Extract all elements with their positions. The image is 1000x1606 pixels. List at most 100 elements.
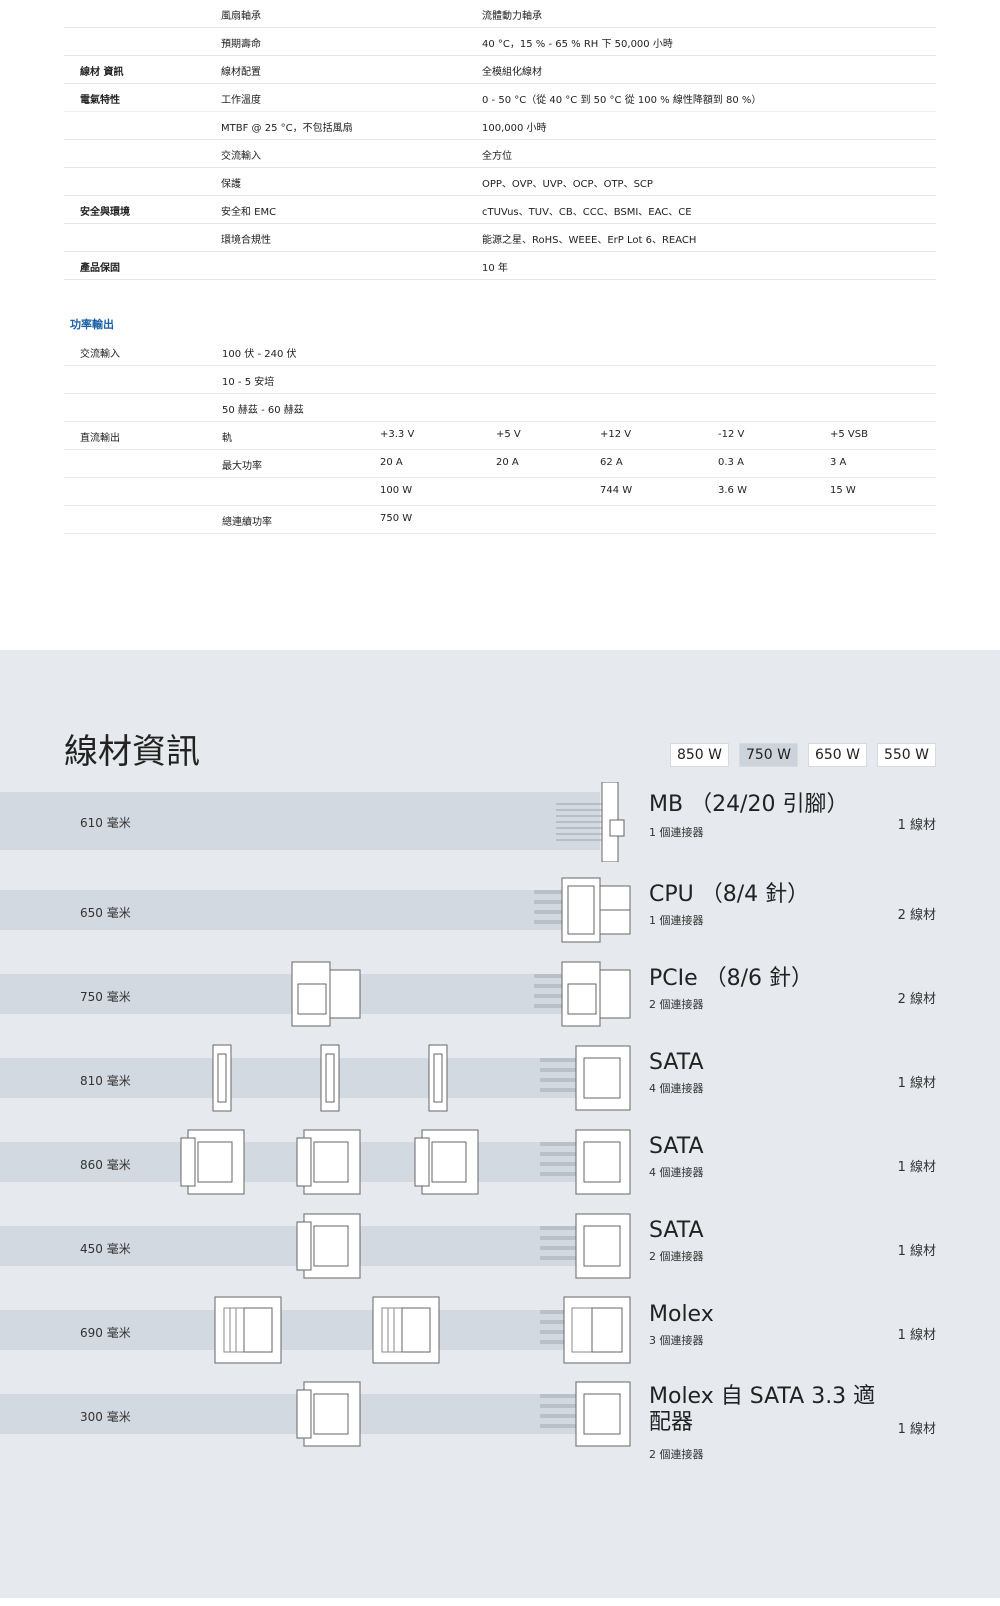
cable-name: Molex [649, 1302, 714, 1327]
sata-connector-icon [428, 1044, 448, 1112]
sata-connector-icon [540, 1380, 632, 1448]
spec-row: 環境合規性 能源之星、RoHS、WEEE、ErP Lot 6、REACH [64, 224, 936, 252]
spec-row: 安全與環境 安全和 EMC cTUVus、TUV、CB、CCC、BSMI、EAC… [64, 196, 936, 224]
sata-connector-icon [414, 1128, 480, 1196]
cable-connector-count: 4 個連接器 [649, 1166, 704, 1179]
sata-connector-icon [540, 1044, 632, 1112]
dc-output-row: 最大功率 20 A 20 A 62 A 0.3 A 3 A [64, 450, 936, 478]
spec-row: 風扇軸承 流體動力軸承 [64, 0, 936, 28]
cable-length: 860 毫米 [80, 1158, 131, 1172]
sata-connector-icon [180, 1128, 246, 1196]
cpu-connector-icon [534, 876, 634, 944]
dc-row-label: 最大功率 [222, 461, 262, 472]
pcie-connector-icon [534, 960, 634, 1028]
dc-cell: +3.3 V [380, 429, 415, 440]
spec-category: 電氣特性 [80, 95, 120, 106]
cable-length: 610 毫米 [80, 816, 131, 830]
sata-connector-icon [212, 1044, 232, 1112]
dc-cell: 3 A [830, 457, 847, 468]
pcie-connector-icon [290, 960, 362, 1028]
cable-name: Molex 自 SATA 3.3 適配器 [649, 1384, 876, 1436]
sata-connector-icon [296, 1380, 362, 1448]
tab-550w[interactable]: 550 W [876, 743, 936, 767]
molex-connector-icon [214, 1296, 282, 1364]
dc-cell: 20 A [496, 457, 519, 468]
cable-row-sata: 450 毫米 SATA 2 個連接器 1 線材 [0, 1213, 1000, 1286]
spec-row: 產品保固 10 年 [64, 252, 936, 280]
cable-row-mb: 610 毫米 MB （24/20 引腳） 1 個連接器 1 線材 [0, 782, 1000, 872]
cable-quantity: 1 線材 [897, 818, 936, 833]
cable-length: 810 毫米 [80, 1074, 131, 1088]
cable-row-cpu: 650 毫米 CPU （8/4 針） 1 個連接器 2 線材 [0, 877, 1000, 950]
cable-row-sata: 860 毫米 SATA 4 個連接器 1 線材 [0, 1129, 1000, 1202]
spec-label: 保護 [221, 179, 241, 190]
dc-cell: -12 V [718, 429, 745, 440]
spec-category: 安全與環境 [80, 207, 130, 218]
sata-connector-icon [540, 1212, 632, 1280]
tab-650w[interactable]: 650 W [807, 743, 867, 767]
cable-quantity: 1 線材 [897, 1076, 936, 1091]
dc-cell: +5 VSB [830, 429, 868, 440]
cable-quantity: 2 線材 [897, 992, 936, 1007]
spec-category: 線材 資訊 [80, 67, 124, 78]
dc-cell: +5 V [496, 429, 521, 440]
spec-value: 40 °C，15 % - 65 % RH 下 50,000 小時 [482, 39, 673, 50]
spec-value: 0 - 50 °C（從 40 °C 到 50 °C 從 100 % 線性降額到 … [482, 95, 762, 106]
cable-name: SATA [649, 1218, 704, 1243]
cable-connector-count: 1 個連接器 [649, 826, 704, 839]
cable-name: SATA [649, 1134, 704, 1159]
cable-row-pcie: 750 毫米 PCIe （8/6 針） 2 個連接器 2 線材 [0, 961, 1000, 1034]
spec-value: 全模組化線材 [482, 67, 542, 78]
spec-label: MTBF @ 25 °C，不包括風扇 [221, 123, 353, 134]
spec-label: 交流輸入 [221, 151, 261, 162]
molex-connector-icon [540, 1296, 632, 1364]
dc-cell: 62 A [600, 457, 623, 468]
cable-length: 650 毫米 [80, 906, 131, 920]
sata-connector-icon [540, 1128, 632, 1196]
dc-cell: 15 W [830, 485, 856, 496]
cable-row-sata: 810 毫米 SATA 4 個連接器 1 線材 [0, 1044, 1000, 1118]
spec-table: 風扇軸承 流體動力軸承 預期壽命 40 °C，15 % - 65 % RH 下 … [0, 0, 1000, 650]
cable-quantity: 1 線材 [897, 1244, 936, 1259]
cable-connector-count: 2 個連接器 [649, 998, 704, 1011]
cable-quantity: 2 線材 [897, 908, 936, 923]
dc-output-label: 直流輸出 [80, 433, 120, 444]
tab-750w[interactable]: 750 W [738, 743, 798, 767]
cable-row-molex: 690 毫米 Molex 3 個連接器 1 線材 [0, 1296, 1000, 1370]
spec-value: 流體動力軸承 [482, 11, 542, 22]
molex-connector-icon [372, 1296, 440, 1364]
cable-quantity: 1 線材 [897, 1328, 936, 1343]
cable-info-panel: 線材資訊 850 W 750 W 650 W 550 W 610 毫米 MB （… [0, 650, 1000, 1598]
ac-input-label: 交流輸入 [80, 349, 120, 360]
dc-cell: 744 W [600, 485, 633, 496]
spec-label: 工作溫度 [221, 95, 261, 106]
cable-connector-count: 1 個連接器 [649, 914, 704, 927]
cable-name: MB （24/20 引腳） [649, 792, 849, 817]
spec-value: cTUVus、TUV、CB、CCC、BSMI、EAC、CE [482, 207, 692, 218]
tab-850w[interactable]: 850 W [669, 743, 729, 767]
spec-value: 10 年 [482, 263, 508, 274]
spec-row: 交流輸入 全方位 [64, 140, 936, 168]
spec-row: 預期壽命 40 °C，15 % - 65 % RH 下 50,000 小時 [64, 28, 936, 56]
spec-row: 線材 資訊 線材配置 全模組化線材 [64, 56, 936, 84]
wattage-tabs: 850 W 750 W 650 W 550 W [669, 743, 936, 767]
sata-connector-icon [296, 1128, 362, 1196]
dc-output-row: 總連續功率 750 W [64, 506, 936, 534]
spec-row: 電氣特性 工作溫度 0 - 50 °C（從 40 °C 到 50 °C 從 10… [64, 84, 936, 112]
cable-length: 450 毫米 [80, 1242, 131, 1256]
cable-row-molex-adapter: 300 毫米 Molex 自 SATA 3.3 適配器 2 個連接器 1 線材 [0, 1381, 1000, 1484]
spec-value: 全方位 [482, 151, 512, 162]
dc-output-row: 直流輸出 軌 +3.3 V +5 V +12 V -12 V +5 VSB [64, 422, 936, 450]
dc-output-row: 100 W 744 W 3.6 W 15 W [64, 478, 936, 506]
cable-name: PCIe （8/6 針） [649, 966, 814, 991]
spec-label: 預期壽命 [221, 39, 261, 50]
dc-cell: +12 V [600, 429, 632, 440]
ac-input-value: 100 伏 - 240 伏 [222, 349, 297, 360]
spec-label: 風扇軸承 [221, 11, 261, 22]
ac-input-row: 10 - 5 安培 [64, 366, 936, 394]
cable-length: 750 毫米 [80, 990, 131, 1004]
dc-row-label: 軌 [222, 433, 232, 444]
cable-connector-count: 2 個連接器 [649, 1250, 704, 1263]
cable-quantity: 1 線材 [897, 1160, 936, 1175]
dc-cell: 100 W [380, 485, 413, 496]
